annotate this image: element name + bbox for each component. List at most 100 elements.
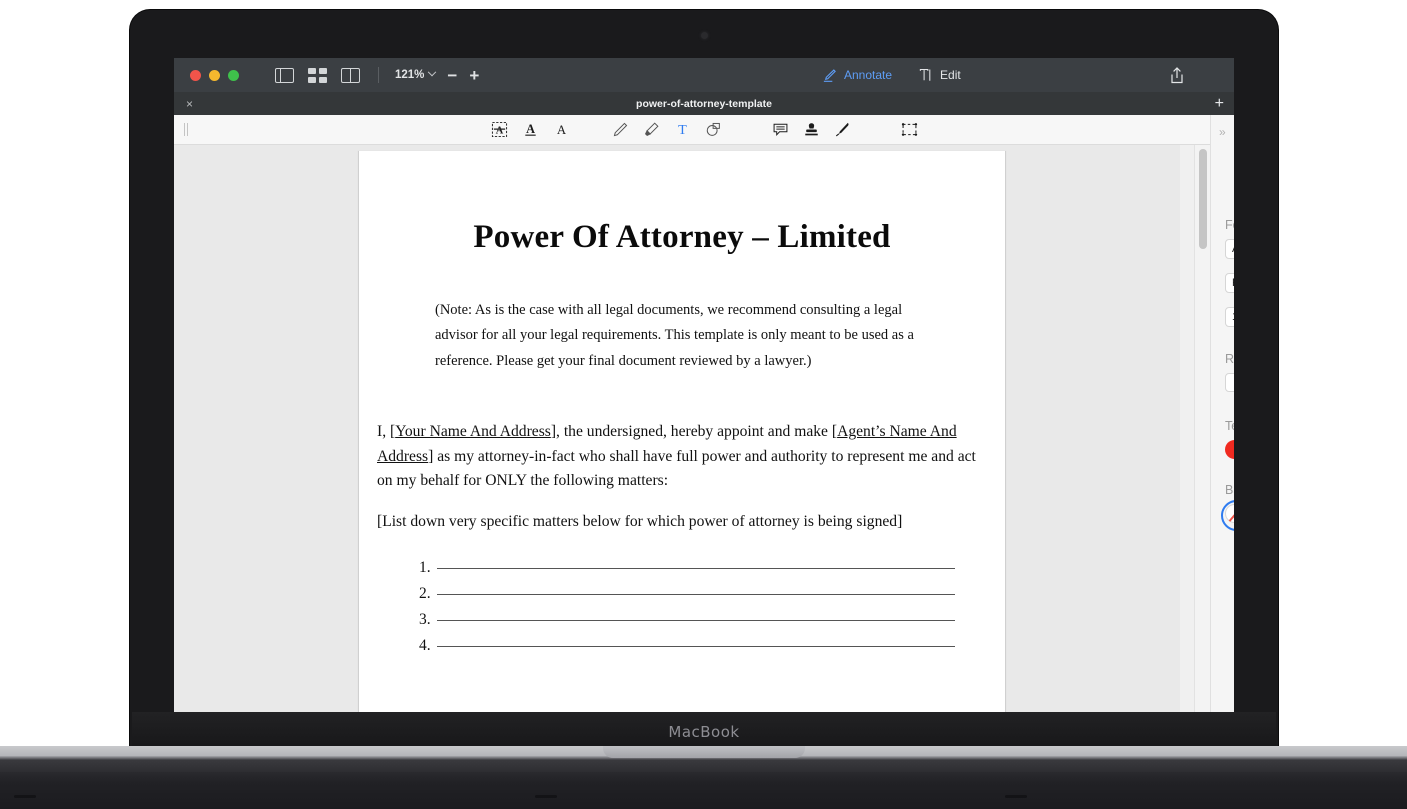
svg-text:A: A: [495, 125, 503, 136]
document-title: Power Of Attorney – Limited: [359, 219, 1005, 256]
toolbar-divider: [378, 67, 379, 83]
background-color-none[interactable]: [1225, 504, 1234, 523]
share-upload-icon[interactable]: [1170, 67, 1184, 84]
font-style-select[interactable]: Regular: [1225, 273, 1234, 293]
rotate-section-label: Rotate: [1225, 352, 1234, 366]
pdf-app-window: 121% − + Annotate: [174, 58, 1234, 734]
macbook-brand-label: MacBook: [668, 723, 739, 741]
laptop-base-shadow: [0, 772, 1407, 809]
zoom-level-dropdown[interactable]: 121%: [395, 69, 435, 81]
tab-title-label[interactable]: power-of-attorney-template: [174, 98, 1234, 110]
pen-annotate-icon: [822, 68, 837, 83]
text-color-label: Text Color: [1225, 419, 1234, 433]
webcam-icon: [701, 32, 708, 39]
laptop-base-notch: [603, 746, 805, 758]
svg-text:A: A: [556, 123, 566, 137]
list-item: 1.: [419, 559, 1005, 585]
highlighter-marker-icon[interactable]: [636, 117, 667, 143]
background-color-swatches: [1225, 504, 1234, 523]
blank-fill-line[interactable]: [437, 568, 955, 569]
chevron-double-right-icon[interactable]: »: [1219, 125, 1226, 139]
blank-fill-line[interactable]: [437, 620, 955, 621]
text-cursor-icon: [918, 68, 933, 83]
font-family-value: Arial: [1232, 243, 1234, 255]
strikethrough-a-icon[interactable]: A: [546, 117, 577, 143]
new-tab-button[interactable]: +: [1215, 96, 1224, 112]
comment-note-icon[interactable]: [765, 117, 796, 143]
zoom-in-button[interactable]: +: [469, 67, 479, 84]
stamp-icon[interactable]: [796, 117, 827, 143]
pencil-icon[interactable]: [605, 117, 636, 143]
document-note-paragraph: (Note: As is the case with all legal doc…: [435, 298, 925, 374]
document-paragraph-2: [List down very specific matters below f…: [377, 510, 993, 535]
p1-part-b: ], the undersigned, hereby appoint and m…: [551, 423, 837, 440]
document-body: I, [Your Name And Address], the undersig…: [377, 420, 993, 535]
svg-text:A: A: [526, 122, 535, 136]
placeholder-your-name-address: Your Name And Address: [395, 423, 551, 440]
list-number: 3.: [419, 611, 437, 629]
text-color-red[interactable]: [1225, 440, 1234, 459]
base-vent: [535, 795, 557, 798]
zoom-level-label: 121%: [395, 69, 424, 81]
close-window-button[interactable]: [190, 70, 201, 81]
sample-preview-text: Sample: [1211, 160, 1234, 178]
sidebar-view-icon[interactable]: [275, 68, 294, 83]
underline-a-icon[interactable]: A: [515, 117, 546, 143]
p1-part-a: I, [: [377, 423, 395, 440]
text-color-swatches: [1225, 440, 1234, 459]
background-color-label: Background Color: [1225, 483, 1234, 497]
document-scrollbar[interactable]: [1194, 145, 1210, 734]
list-number: 2.: [419, 585, 437, 603]
text-tool-panel: » Text Tool Sample Font Arial Regular B …: [1210, 115, 1234, 734]
document-page[interactable]: Power Of Attorney – Limited (Note: As is…: [358, 151, 1006, 731]
base-vent: [1005, 795, 1027, 798]
mode-switch-group: Annotate Edit: [822, 58, 961, 92]
chevron-down-icon: [428, 68, 436, 76]
annotation-tool-group: A A A: [174, 117, 1234, 143]
scrollbar-thumb[interactable]: [1199, 149, 1207, 249]
laptop-screen: 121% − + Annotate: [174, 58, 1234, 734]
font-family-select[interactable]: Arial: [1225, 239, 1234, 259]
background-color-section: Background Color: [1211, 483, 1234, 523]
base-vent: [14, 795, 36, 798]
list-item: 4.: [419, 637, 1005, 663]
tab-edit[interactable]: Edit: [918, 68, 961, 83]
font-section-label: Font: [1225, 218, 1234, 232]
list-number: 1.: [419, 559, 437, 577]
document-viewport[interactable]: Power Of Attorney – Limited (Note: As is…: [174, 145, 1234, 734]
list-item: 3.: [419, 611, 1005, 637]
crop-select-icon[interactable]: [894, 117, 925, 143]
svg-text:T: T: [678, 122, 687, 138]
window-titlebar: 121% − + Annotate: [174, 58, 1234, 92]
view-mode-group: [275, 68, 360, 83]
text-color-section: Text Color: [1211, 419, 1234, 459]
font-style-row: Regular B I: [1225, 273, 1234, 293]
macbook-frame: 121% − + Annotate: [130, 10, 1278, 754]
grid-view-icon[interactable]: [308, 68, 327, 83]
list-number: 4.: [419, 637, 437, 655]
font-size-select[interactable]: 10 pt: [1225, 307, 1234, 327]
font-style-value: Regular: [1232, 277, 1234, 289]
text-tool-t-icon[interactable]: T: [667, 117, 698, 143]
edit-label: Edit: [940, 68, 961, 82]
blank-fill-line[interactable]: [437, 646, 955, 647]
tab-annotate[interactable]: Annotate: [822, 68, 892, 83]
font-size-value: 10 pt: [1232, 311, 1234, 323]
minimize-window-button[interactable]: [209, 70, 220, 81]
font-section: Font Arial Regular B I 10 pt: [1211, 218, 1234, 327]
p1-part-c: ] as my attorney-in-fact who shall have …: [377, 448, 976, 490]
two-page-view-icon[interactable]: [341, 68, 360, 83]
list-item: 2.: [419, 585, 1005, 611]
blank-fill-line[interactable]: [437, 594, 955, 595]
traffic-light-group: [190, 70, 239, 81]
highlight-text-icon[interactable]: A: [484, 117, 515, 143]
rotate-left-button[interactable]: [1225, 373, 1234, 392]
shapes-icon[interactable]: [698, 117, 729, 143]
maximize-window-button[interactable]: [228, 70, 239, 81]
signature-pen-icon[interactable]: [827, 117, 858, 143]
annotation-toolbar: A A A: [174, 115, 1234, 145]
zoom-out-button[interactable]: −: [447, 67, 457, 84]
document-numbered-list: 1. 2. 3. 4.: [419, 559, 1005, 663]
rotate-button-row: [1225, 373, 1234, 392]
document-paragraph-1: I, [Your Name And Address], the undersig…: [377, 420, 993, 494]
